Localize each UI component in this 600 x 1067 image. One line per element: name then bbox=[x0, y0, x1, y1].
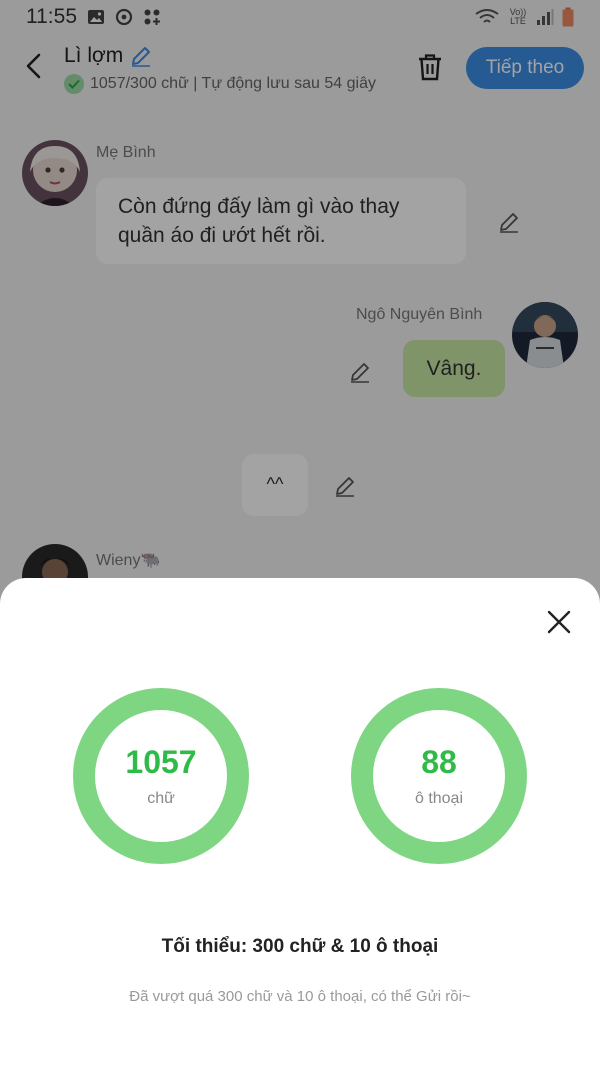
close-icon bbox=[547, 610, 571, 634]
bubble-count-ring: 88 ô thoại bbox=[351, 688, 527, 864]
word-count-value: 1057 bbox=[125, 744, 197, 780]
bubble-count-label: ô thoại bbox=[414, 790, 464, 807]
requirement-note: Đã vượt quá 300 chữ và 10 ô thoại, có th… bbox=[129, 988, 471, 1005]
minimum-requirement: Tối thiểu: 300 chữ & 10 ô thoại bbox=[161, 936, 439, 957]
bubble-count-value: 88 bbox=[421, 744, 457, 780]
word-count-label: chữ bbox=[147, 790, 175, 807]
word-count-ring: 1057 chữ bbox=[73, 688, 249, 864]
word-count-sheet: 1057 chữ 88 ô thoại Tối thiểu: 300 chữ &… bbox=[0, 578, 600, 1067]
close-button[interactable] bbox=[542, 605, 576, 639]
